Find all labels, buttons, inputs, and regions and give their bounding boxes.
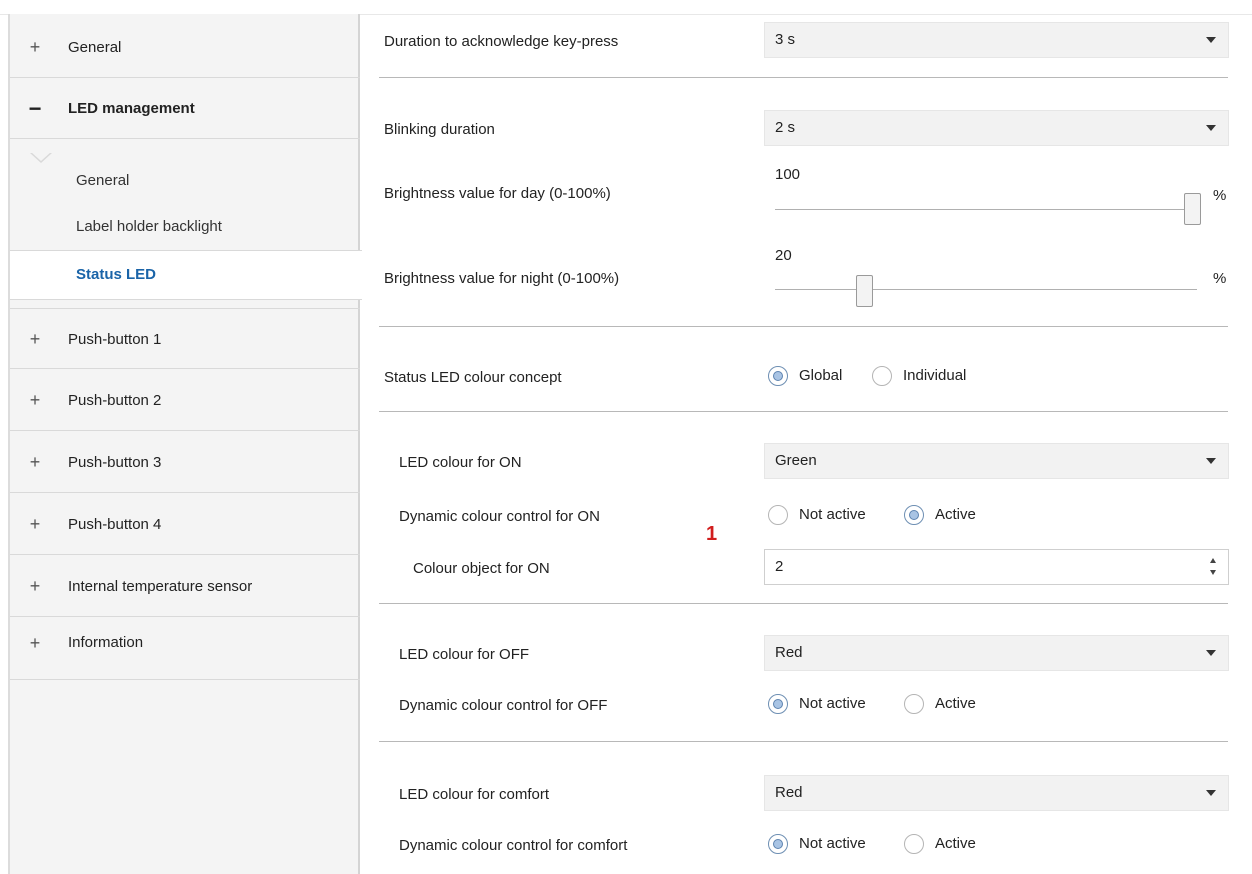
sidebar-item-label: Information	[68, 634, 144, 651]
brightness-night-slider[interactable]	[856, 275, 873, 307]
radio-label: Global	[799, 367, 843, 384]
radio-unselected-icon	[904, 834, 924, 854]
sidebar-item-led-management[interactable]: − LED management	[10, 78, 360, 139]
chevron-down-icon	[1206, 125, 1216, 131]
ack-duration-label: Duration to acknowledge key-press	[384, 33, 619, 50]
radio-label: Active	[935, 506, 976, 523]
sidebar-item-push-button-3[interactable]: + Push-button 3	[10, 432, 360, 493]
comfort-colour-dropdown[interactable]: Red	[764, 775, 1229, 811]
radio-label: Not active	[799, 835, 866, 852]
separator	[379, 603, 1228, 604]
sidebar: + General − LED management General Label…	[8, 14, 362, 874]
radio-selected-icon	[768, 366, 788, 386]
separator	[379, 741, 1228, 742]
window-top-edge	[0, 0, 1252, 15]
radio-unselected-icon	[768, 505, 788, 525]
dropdown-value: Red	[775, 644, 803, 661]
spin-up-icon[interactable]	[1210, 558, 1216, 563]
radio-selected-icon	[768, 834, 788, 854]
dropdown-value: 2 s	[775, 119, 796, 136]
radio-selected-icon	[768, 694, 788, 714]
comfort-dynamic-label: Dynamic colour control for comfort	[399, 837, 628, 854]
radio-label: Not active	[799, 695, 866, 712]
off-dynamic-label: Dynamic colour control for OFF	[399, 697, 608, 714]
sidebar-item-label: Push-button 3	[68, 454, 162, 471]
expand-icon: +	[29, 329, 41, 349]
chevron-down-icon	[1206, 790, 1216, 796]
dropdown-value: Red	[775, 784, 803, 801]
brightness-night-label: Brightness value for night (0-100%)	[384, 270, 620, 287]
comfort-colour-label: LED colour for comfort	[399, 786, 550, 803]
expand-icon: +	[29, 514, 41, 534]
off-colour-dropdown[interactable]: Red	[764, 635, 1229, 671]
sidebar-subitem-label: General	[76, 172, 130, 189]
sidebar-item-information[interactable]: + Information	[10, 618, 360, 680]
radio-unselected-icon	[904, 694, 924, 714]
sidebar-item-label: Internal temperature sensor	[68, 578, 253, 595]
separator	[379, 411, 1228, 412]
dropdown-value: 3 s	[775, 31, 796, 48]
chevron-down-icon	[1206, 37, 1216, 43]
radio-label: Active	[935, 835, 976, 852]
expand-icon: +	[29, 452, 41, 472]
radio-label: Individual	[903, 367, 967, 384]
expand-icon: +	[29, 37, 41, 57]
radio-selected-icon	[904, 505, 924, 525]
chevron-down-icon	[1206, 458, 1216, 464]
sidebar-subitem-label: Label holder backlight	[76, 218, 222, 235]
brightness-day-slider[interactable]	[1184, 193, 1201, 225]
radio-label: Not active	[799, 506, 866, 523]
sidebar-item-general[interactable]: + General	[10, 17, 360, 78]
colour-concept-label: Status LED colour concept	[384, 369, 562, 386]
sidebar-item-push-button-1[interactable]: + Push-button 1	[10, 308, 360, 369]
percent-unit: %	[1213, 270, 1227, 287]
sidebar-item-push-button-4[interactable]: + Push-button 4	[10, 494, 360, 555]
radio-label: Active	[935, 695, 976, 712]
ack-duration-dropdown[interactable]: 3 s	[764, 22, 1229, 58]
sidebar-item-push-button-2[interactable]: + Push-button 2	[10, 370, 360, 431]
brightness-day-track	[775, 209, 1197, 210]
sidebar-item-label: Push-button 1	[68, 331, 162, 348]
collapse-icon: −	[28, 96, 42, 121]
dropdown-value: Green	[775, 452, 817, 469]
annotation-marker: 1	[706, 523, 718, 545]
sidebar-item-label: LED management	[68, 100, 195, 117]
radio-unselected-icon	[872, 366, 892, 386]
blink-duration-label: Blinking duration	[384, 121, 495, 138]
on-dynamic-label: Dynamic colour control for ON	[399, 508, 600, 525]
brightness-day-value: 100	[775, 166, 801, 183]
sidebar-item-label: General	[68, 39, 122, 56]
expand-icon: +	[29, 390, 41, 410]
sidebar-subitem-status-led[interactable]: Status LED	[10, 250, 362, 300]
percent-unit: %	[1213, 187, 1227, 204]
on-colour-label: LED colour for ON	[399, 454, 522, 471]
chevron-down-icon	[1206, 650, 1216, 656]
brightness-night-value: 20	[775, 247, 792, 264]
expand-icon: +	[29, 576, 41, 596]
blink-duration-dropdown[interactable]: 2 s	[764, 110, 1229, 146]
expand-icon: +	[29, 633, 41, 653]
sidebar-subitem-label-holder-backlight[interactable]: Label holder backlight	[10, 203, 360, 251]
sidebar-subitem-general[interactable]: General	[10, 157, 360, 205]
brightness-day-label: Brightness value for day (0-100%)	[384, 185, 611, 202]
sidebar-item-label: Push-button 2	[68, 392, 162, 409]
separator	[379, 77, 1228, 78]
on-object-label: Colour object for ON	[413, 560, 550, 577]
sidebar-subitem-label: Status LED	[76, 266, 157, 283]
separator	[379, 326, 1228, 327]
sidebar-item-label: Push-button 4	[68, 516, 162, 533]
spin-down-icon[interactable]	[1210, 570, 1216, 575]
on-colour-dropdown[interactable]: Green	[764, 443, 1229, 479]
on-object-spinbox[interactable]: 2	[764, 549, 1229, 585]
off-colour-label: LED colour for OFF	[399, 646, 530, 663]
sidebar-item-internal-temperature-sensor[interactable]: + Internal temperature sensor	[10, 556, 360, 617]
brightness-night-track	[775, 289, 1197, 290]
spinbox-value: 2	[775, 558, 784, 575]
